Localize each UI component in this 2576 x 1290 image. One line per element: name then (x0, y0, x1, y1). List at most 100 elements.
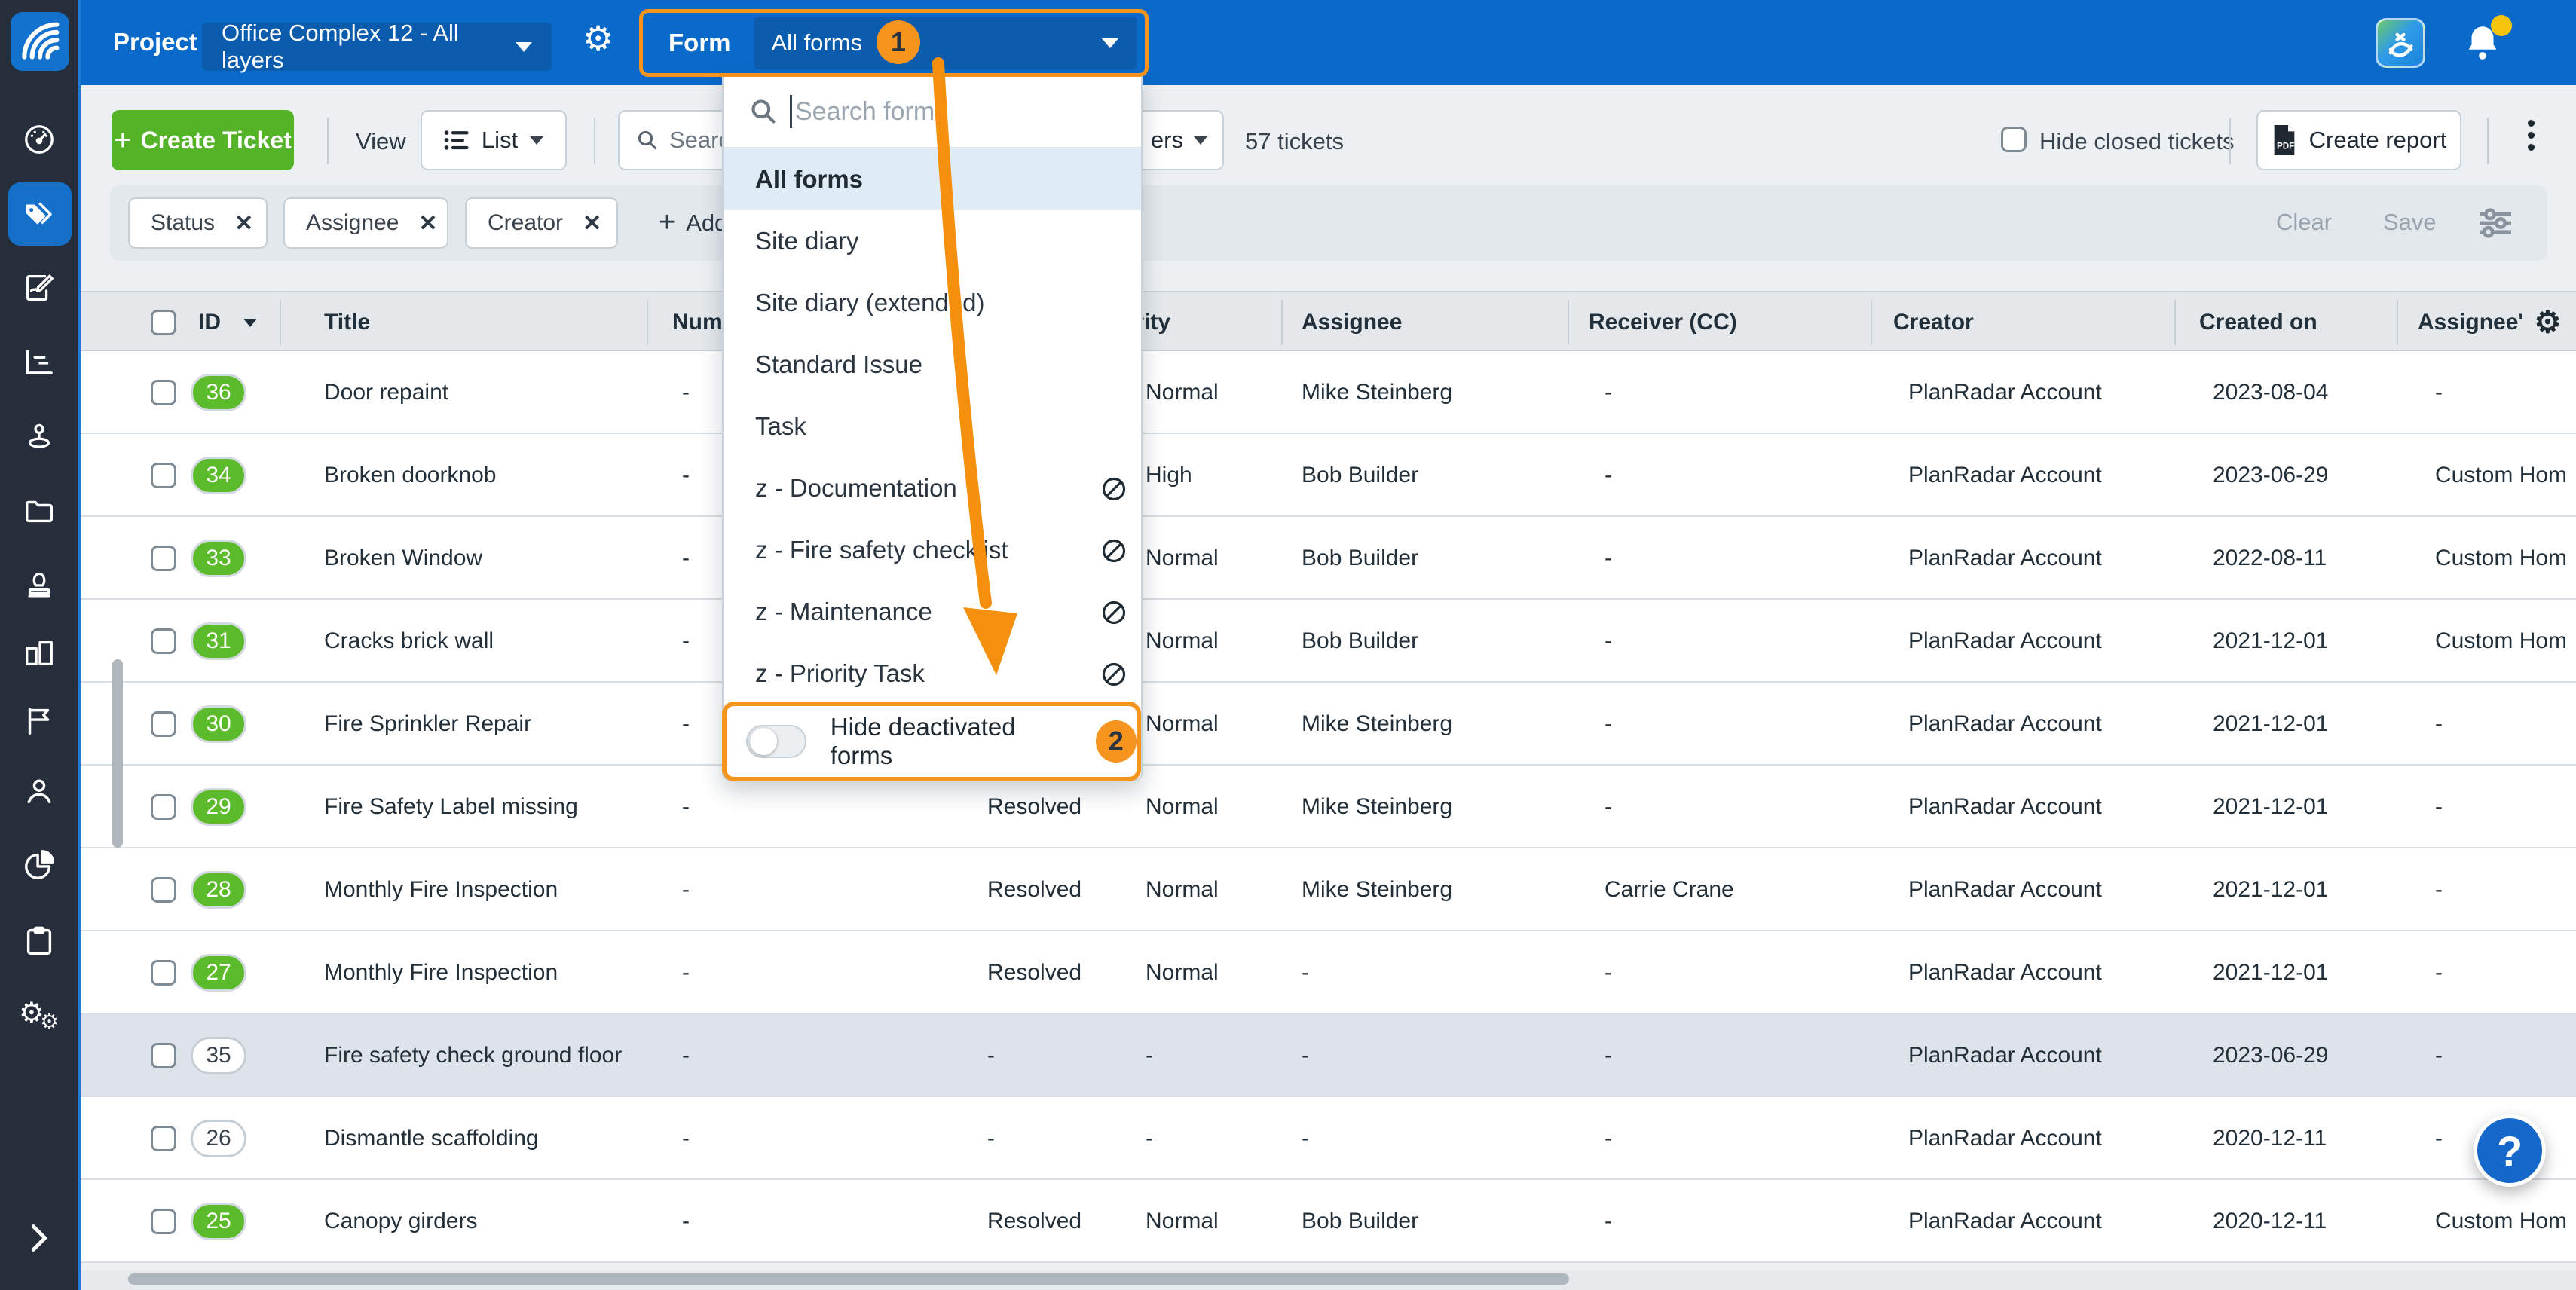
column-header-id[interactable]: ID (198, 292, 257, 353)
sidebar-item-stats[interactable] (0, 328, 78, 397)
plus-icon: + (114, 124, 131, 157)
table-row[interactable]: 25 Canopy girders - Resolved Normal Bob … (0, 1180, 2576, 1263)
sidebar-item-approvals[interactable] (0, 549, 78, 618)
close-icon[interactable]: ✕ (418, 210, 437, 237)
table-row[interactable]: 34 Broken doorknob - High Bob Builder - … (0, 434, 2576, 517)
form-option-z-priority-task[interactable]: z - Priority Task (724, 643, 1141, 705)
cell-creator: PlanRadar Account (1908, 683, 2157, 766)
column-header-title[interactable]: Title (324, 292, 370, 353)
filter-chip-assignee[interactable]: Assignee✕ (283, 197, 448, 249)
row-checkbox[interactable] (151, 628, 176, 654)
clear-filters-button[interactable]: Clear (2276, 209, 2332, 236)
cell-assignee: - (1302, 931, 1543, 1014)
row-checkbox[interactable] (151, 794, 176, 820)
row-checkbox[interactable] (151, 1209, 176, 1234)
row-checkbox[interactable] (151, 711, 176, 737)
filter-chip-creator[interactable]: Creator✕ (465, 197, 618, 249)
cell-priority: Normal (1146, 600, 1274, 683)
project-select[interactable]: Office Complex 12 - All layers (202, 23, 552, 71)
row-checkbox[interactable] (151, 960, 176, 986)
table-row[interactable]: 29 Fire Safety Label missing - Resolved … (0, 766, 2576, 848)
table-row[interactable]: 27 Monthly Fire Inspection - Resolved No… (0, 931, 2576, 1014)
hide-closed-tickets-checkbox[interactable] (2001, 127, 2027, 152)
table-row[interactable]: 26 Dismantle scaffolding - - - - - PlanR… (0, 1097, 2576, 1180)
form-option-z-fire-safety-checklist[interactable]: z - Fire safety checklist (724, 519, 1141, 581)
column-header-creator[interactable]: Creator (1893, 292, 1974, 353)
chevron-down-icon (530, 136, 543, 145)
horizontal-scrollbar[interactable] (128, 1273, 1569, 1285)
column-header-created-on[interactable]: Created on (2199, 292, 2317, 353)
planradar-logo[interactable] (11, 12, 69, 71)
column-header-assignee-company[interactable]: Assignee' ⚙ (2418, 292, 2561, 353)
sidebar-item-locator[interactable] (0, 402, 78, 471)
table-row[interactable]: 30 Fire Sprinkler Repair - Normal Mike S… (0, 683, 2576, 766)
form-option-site-diary[interactable]: Site diary (724, 210, 1141, 272)
row-checkbox[interactable] (151, 546, 176, 571)
form-option-site-diary-extended-[interactable]: Site diary (extended) (724, 272, 1141, 334)
column-header-assignee[interactable]: Assignee (1302, 292, 1402, 353)
cell-number: - (663, 434, 708, 517)
flags-icon (22, 704, 57, 738)
topbar: Project Office Complex 12 - All layers ⚙ (81, 0, 2576, 85)
form-option-standard-issue[interactable]: Standard Issue (724, 334, 1141, 396)
filter-chip-status[interactable]: Status✕ (128, 197, 268, 249)
sidebar-item-tasks[interactable] (0, 906, 78, 976)
forms-icon (22, 271, 57, 305)
filter-settings-sliders-icon[interactable] (2474, 202, 2516, 244)
project-settings-gear-icon[interactable]: ⚙ (583, 21, 613, 56)
cell-created-on: 2020-12-11 (2213, 1180, 2386, 1263)
row-checkbox[interactable] (151, 463, 176, 488)
sidebar-item-documents[interactable] (0, 476, 78, 546)
sidebar-item-forms[interactable] (0, 253, 78, 322)
form-option-z-documentation[interactable]: z - Documentation (724, 457, 1141, 519)
form-search-input[interactable]: Search forms (724, 76, 1141, 148)
app-switcher-button[interactable] (2376, 18, 2425, 68)
form-select[interactable]: All forms (754, 17, 1137, 69)
form-option-task[interactable]: Task (724, 396, 1141, 457)
documents-icon (22, 494, 57, 528)
sidebar-expand-button[interactable] (0, 1203, 78, 1273)
help-button[interactable]: ? (2474, 1114, 2546, 1187)
column-header-receiver[interactable]: Receiver (CC) (1589, 292, 1737, 353)
column-settings-gear-icon[interactable]: ⚙ (2535, 305, 2562, 340)
table-row[interactable]: 31 Cracks brick wall - Normal Bob Builde… (0, 600, 2576, 683)
create-report-label: Create report (2309, 127, 2447, 154)
form-option-z-maintenance[interactable]: z - Maintenance (724, 581, 1141, 643)
sidebar-item-companies[interactable] (0, 619, 78, 688)
row-checkbox[interactable] (151, 380, 176, 405)
select-all-checkbox[interactable] (151, 310, 176, 335)
form-option-label: Site diary (extended) (755, 289, 985, 317)
sidebar-item-reports[interactable] (0, 830, 78, 900)
hide-deactivated-toggle[interactable] (746, 725, 806, 758)
table-row[interactable]: 35 Fire safety check ground floor - - - … (0, 1014, 2576, 1097)
row-checkbox[interactable] (151, 1126, 176, 1151)
column-header-label: Created on (2199, 310, 2317, 335)
close-icon[interactable]: ✕ (234, 210, 253, 237)
form-option-all-forms[interactable]: All forms (724, 148, 1141, 210)
sidebar-item-settings[interactable]: ⚙⚙ (0, 981, 78, 1050)
table-row[interactable]: 28 Monthly Fire Inspection - Resolved No… (0, 848, 2576, 931)
sidebar-item-flags[interactable] (0, 686, 78, 756)
row-checkbox[interactable] (151, 1043, 176, 1068)
table-row[interactable]: 33 Broken Window - Normal Bob Builder - … (0, 517, 2576, 600)
table-row[interactable]: 36 Door repaint - Normal Mike Steinberg … (0, 351, 2576, 434)
sidebar-item-users[interactable] (0, 757, 78, 826)
save-filters-button[interactable]: Save (2383, 209, 2437, 236)
sidebar-item-dashboard[interactable] (0, 105, 78, 174)
row-checkbox[interactable] (151, 877, 176, 903)
create-ticket-button[interactable]: + Create Ticket (112, 110, 294, 170)
close-icon[interactable]: ✕ (583, 210, 601, 237)
create-report-button[interactable]: PDF Create report (2256, 110, 2461, 170)
vertical-scrollbar[interactable] (112, 659, 123, 848)
notifications-bell-button[interactable] (2461, 21, 2504, 69)
approvals-icon (22, 566, 57, 601)
more-options-kebab-button[interactable] (2520, 115, 2541, 156)
form-dropdown-panel: Search forms All formsSite diary Site dia… (722, 75, 1143, 781)
cell-title: Broken doorknob (324, 434, 641, 517)
cell-assignee: - (1302, 1097, 1543, 1180)
column-header-label: Receiver (CC) (1589, 310, 1737, 335)
sidebar-item-tickets[interactable] (0, 179, 78, 249)
cell-number: - (663, 766, 708, 848)
view-mode-list-button[interactable]: List (421, 110, 567, 170)
cell-assignee: Bob Builder (1302, 517, 1543, 600)
